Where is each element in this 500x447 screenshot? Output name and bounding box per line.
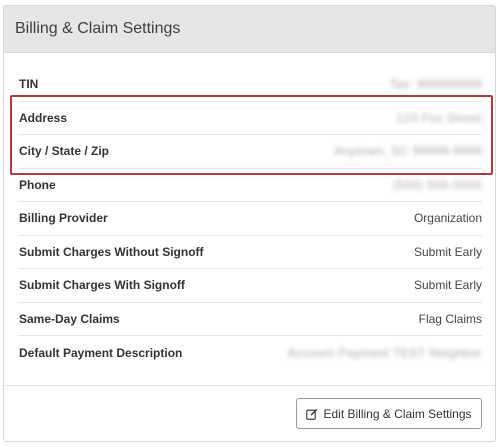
setting-value: Anytown, SC 99999-9999 xyxy=(334,144,482,159)
panel-title: Billing & Claim Settings xyxy=(15,20,181,37)
setting-label: Submit Charges Without Signoff xyxy=(19,244,204,259)
setting-row-tin: TIN Tax: 999999999 xyxy=(19,68,482,102)
setting-value: Flag Claims xyxy=(418,311,482,326)
panel-footer: Edit Billing & Claim Settings xyxy=(4,385,495,441)
edit-pencil-icon xyxy=(306,408,318,420)
settings-list: TIN Tax: 999999999 Address 123 Fox Stree… xyxy=(4,68,495,370)
setting-label: Same-Day Claims xyxy=(19,311,120,326)
edit-billing-claim-settings-button[interactable]: Edit Billing & Claim Settings xyxy=(296,398,482,429)
setting-label: Phone xyxy=(19,177,56,192)
edit-button-label: Edit Billing & Claim Settings xyxy=(323,406,472,421)
billing-claim-settings-panel: Billing & Claim Settings TIN Tax: 999999… xyxy=(3,5,496,442)
setting-label: Default Payment Description xyxy=(19,345,183,360)
setting-row-billing-provider: Billing Provider Organization xyxy=(19,202,482,236)
setting-row-phone: Phone (555) 555-5555 xyxy=(19,169,482,202)
setting-row-address: Address 123 Fox Street xyxy=(19,102,482,135)
setting-label: Address xyxy=(19,110,68,125)
setting-value: Organization xyxy=(413,211,482,226)
setting-value: (555) 555-5555 xyxy=(392,177,482,192)
setting-value: 123 Fox Street xyxy=(396,110,482,125)
setting-value: Submit Early xyxy=(413,278,482,293)
setting-row-submit-without-signoff: Submit Charges Without Signoff Submit Ea… xyxy=(19,236,482,269)
setting-row-submit-with-signoff: Submit Charges With Signoff Submit Early xyxy=(19,269,482,303)
setting-value: Account Payment TEST Neighbor xyxy=(287,345,482,360)
setting-label: Submit Charges With Signoff xyxy=(19,278,185,293)
setting-value: Submit Early xyxy=(413,244,482,259)
setting-row-default-payment-description: Default Payment Description Account Paym… xyxy=(19,336,482,370)
setting-value: Tax: 999999999 xyxy=(389,77,482,92)
setting-label: Billing Provider xyxy=(19,211,108,226)
setting-label: City / State / Zip xyxy=(19,144,110,159)
setting-row-same-day-claims: Same-Day Claims Flag Claims xyxy=(19,303,482,336)
setting-label: TIN xyxy=(19,77,39,92)
panel-header: Billing & Claim Settings xyxy=(4,6,495,53)
setting-row-city-state-zip: City / State / Zip Anytown, SC 99999-999… xyxy=(19,135,482,169)
